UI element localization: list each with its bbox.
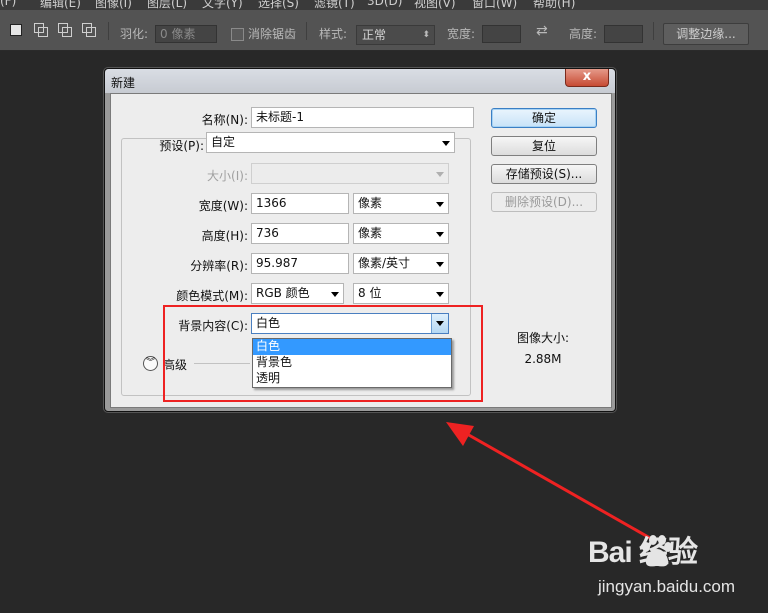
watermark-url: jingyan.baidu.com: [598, 577, 736, 596]
baidu-jingyan-logo: Bai 经验: [588, 536, 698, 569]
annotation-arrow: [446, 422, 651, 540]
